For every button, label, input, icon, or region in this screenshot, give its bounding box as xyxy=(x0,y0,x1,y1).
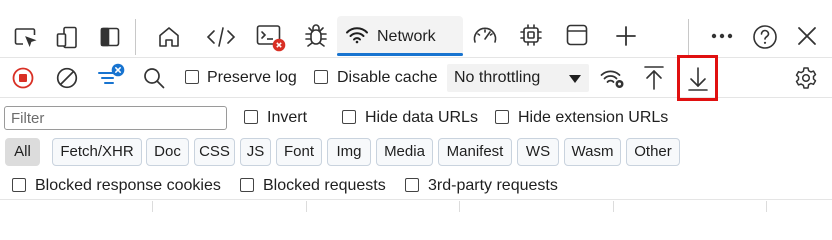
hide-extension-urls-label: Hide extension URLs xyxy=(518,109,669,126)
preserve-log-label: Preserve log xyxy=(207,69,297,86)
third-party-requests-label: 3rd-party requests xyxy=(428,177,558,194)
column-divider[interactable] xyxy=(613,201,614,212)
resource-type-filters: All Fetch/XHR Doc CSS JS Font Img Media … xyxy=(0,138,832,168)
elements-code-icon[interactable] xyxy=(206,25,236,49)
record-stop-icon[interactable] xyxy=(12,67,34,89)
blocked-response-cookies-label: Blocked response cookies xyxy=(35,177,221,194)
throttling-select[interactable]: No throttling xyxy=(447,64,589,92)
upload-arrow-icon[interactable] xyxy=(643,65,665,91)
disable-cache-label: Disable cache xyxy=(337,69,438,86)
column-divider[interactable] xyxy=(152,201,153,212)
clear-icon[interactable] xyxy=(56,67,78,89)
column-divider[interactable] xyxy=(459,201,460,212)
export-highlight-box xyxy=(677,55,718,101)
search-icon[interactable] xyxy=(143,67,165,89)
filter-bar: Invert Hide data URLs Hide extension URL… xyxy=(0,98,832,138)
column-divider[interactable] xyxy=(306,201,307,212)
tab-separator xyxy=(135,19,136,55)
tab-separator xyxy=(688,19,689,55)
chip-icon[interactable] xyxy=(519,23,543,47)
invert-label: Invert xyxy=(267,109,308,126)
bug-icon[interactable] xyxy=(304,23,328,49)
type-filter-other[interactable]: Other xyxy=(626,138,680,166)
gauge-icon[interactable] xyxy=(472,25,498,47)
settings-gear-icon[interactable] xyxy=(794,66,818,90)
type-filter-all[interactable]: All xyxy=(5,138,40,166)
type-filter-doc[interactable]: Doc xyxy=(146,138,189,166)
type-filter-css[interactable]: CSS xyxy=(194,138,235,166)
tab-network-label: Network xyxy=(377,28,436,45)
devtools-tab-bar: Network xyxy=(0,0,832,58)
chevron-down-icon xyxy=(569,75,581,83)
tab-network[interactable]: Network xyxy=(337,16,463,56)
active-tab-indicator xyxy=(337,53,463,56)
blocked-filters: Blocked response cookies Blocked request… xyxy=(0,170,832,200)
more-dots-icon[interactable] xyxy=(711,33,733,39)
blocked-response-cookies-checkbox[interactable] xyxy=(12,178,26,192)
disable-cache-checkbox[interactable] xyxy=(314,70,328,84)
type-filter-manifest[interactable]: Manifest xyxy=(438,138,512,166)
type-filter-fetch-xhr[interactable]: Fetch/XHR xyxy=(52,138,142,166)
hide-data-urls-label: Hide data URLs xyxy=(365,109,478,126)
column-divider[interactable] xyxy=(766,201,767,212)
type-filter-media[interactable]: Media xyxy=(376,138,433,166)
type-filter-font[interactable]: Font xyxy=(276,138,322,166)
blocked-requests-checkbox[interactable] xyxy=(240,178,254,192)
console-icon[interactable] xyxy=(256,24,286,52)
preserve-log-checkbox[interactable] xyxy=(185,70,199,84)
network-settings-icon[interactable] xyxy=(600,68,626,90)
hide-data-urls-checkbox[interactable] xyxy=(342,110,356,124)
dock-sidebar-icon[interactable] xyxy=(100,27,120,47)
plus-icon[interactable] xyxy=(615,25,637,47)
type-filter-wasm[interactable]: Wasm xyxy=(564,138,621,166)
filter-lines-icon[interactable] xyxy=(97,63,127,89)
blocked-requests-label: Blocked requests xyxy=(263,177,386,194)
close-icon[interactable] xyxy=(797,26,817,46)
type-filter-js[interactable]: JS xyxy=(240,138,271,166)
throttling-value: No throttling xyxy=(454,69,541,86)
help-icon[interactable] xyxy=(752,24,778,50)
type-filter-img[interactable]: Img xyxy=(327,138,371,166)
home-icon[interactable] xyxy=(157,25,181,49)
request-table-header xyxy=(0,201,832,212)
invert-checkbox[interactable] xyxy=(244,110,258,124)
device-emulation-icon[interactable] xyxy=(56,26,78,50)
window-icon[interactable] xyxy=(566,24,588,46)
hide-extension-urls-checkbox[interactable] xyxy=(495,110,509,124)
filter-input[interactable] xyxy=(4,106,227,130)
type-filter-ws[interactable]: WS xyxy=(517,138,559,166)
wifi-icon xyxy=(345,26,369,44)
inspect-element-icon[interactable] xyxy=(14,27,38,49)
third-party-requests-checkbox[interactable] xyxy=(405,178,419,192)
